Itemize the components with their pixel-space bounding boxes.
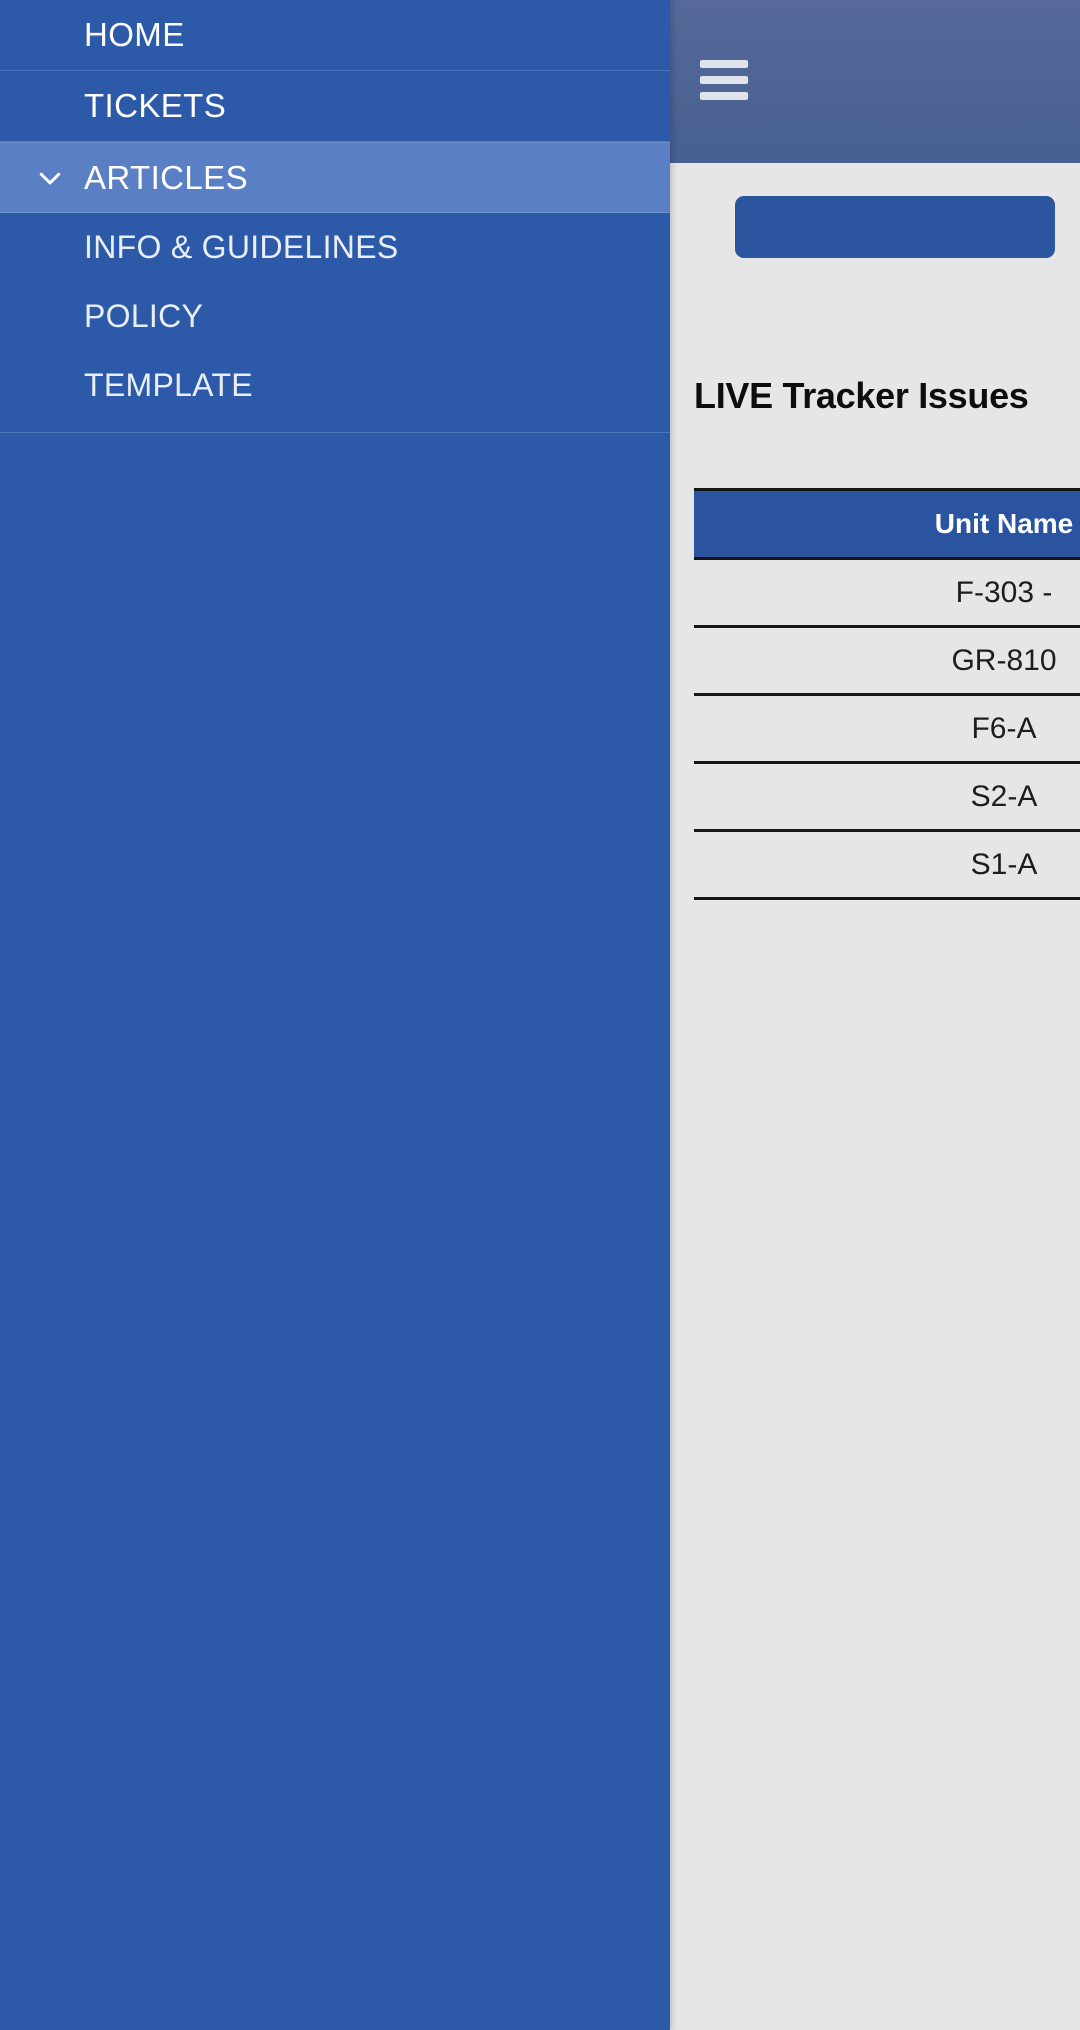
sidebar-subitem-label: TEMPLATE: [84, 367, 253, 403]
sidebar-subitem-template[interactable]: TEMPLATE: [0, 351, 670, 420]
issues-table: Unit Name F-303 - GR-810 F6-A S2-A S1-A: [694, 488, 1080, 900]
sidebar-subitem-label: INFO & GUIDELINES: [84, 229, 399, 265]
sidebar-item-tickets[interactable]: TICKETS: [0, 71, 670, 142]
hamburger-bar-3: [700, 92, 748, 100]
table-row[interactable]: GR-810: [694, 626, 1080, 696]
sidebar-item-label: TICKETS: [84, 87, 227, 124]
sidebar-item-articles[interactable]: ARTICLES: [0, 142, 670, 213]
sidebar-subitem-label: POLICY: [84, 298, 204, 334]
sidebar-subitem-info-and-guidelines[interactable]: INFO & GUIDELINES: [0, 213, 670, 282]
sidebar-item-home[interactable]: HOME: [0, 0, 670, 71]
table-row[interactable]: F-303 -: [694, 558, 1080, 628]
hamburger-menu-icon[interactable]: [700, 60, 748, 102]
table-row[interactable]: S2-A: [694, 762, 1080, 832]
table-row[interactable]: F6-A: [694, 694, 1080, 764]
nav-submenu-articles: INFO & GUIDELINES POLICY TEMPLATE: [0, 213, 670, 433]
cell-unit-name: S2-A: [694, 762, 1080, 832]
hamburger-bar-2: [700, 76, 748, 84]
table-row[interactable]: S1-A: [694, 830, 1080, 900]
cell-unit-name: GR-810: [694, 626, 1080, 696]
sidebar-subitem-policy[interactable]: POLICY: [0, 282, 670, 351]
sidebar-item-label: HOME: [84, 16, 185, 53]
nav-list: HOME TICKETS ARTICLES: [0, 0, 670, 213]
hamburger-bar-1: [700, 60, 748, 68]
table-body: F-303 - GR-810 F6-A S2-A S1-A: [694, 558, 1080, 900]
navigation-drawer: HOME TICKETS ARTICLES INFO & GUIDELINES …: [0, 0, 670, 2030]
cell-unit-name: S1-A: [694, 830, 1080, 900]
chevron-down-icon: [35, 163, 65, 193]
page-title: LIVE Tracker Issues: [694, 375, 1029, 417]
primary-action-button[interactable]: [735, 196, 1055, 258]
column-header-unit-name[interactable]: Unit Name: [694, 488, 1080, 560]
cell-unit-name: F6-A: [694, 694, 1080, 764]
cell-unit-name: F-303 -: [694, 558, 1080, 628]
table-header: Unit Name: [694, 488, 1080, 560]
table-header-row: Unit Name: [694, 488, 1080, 560]
